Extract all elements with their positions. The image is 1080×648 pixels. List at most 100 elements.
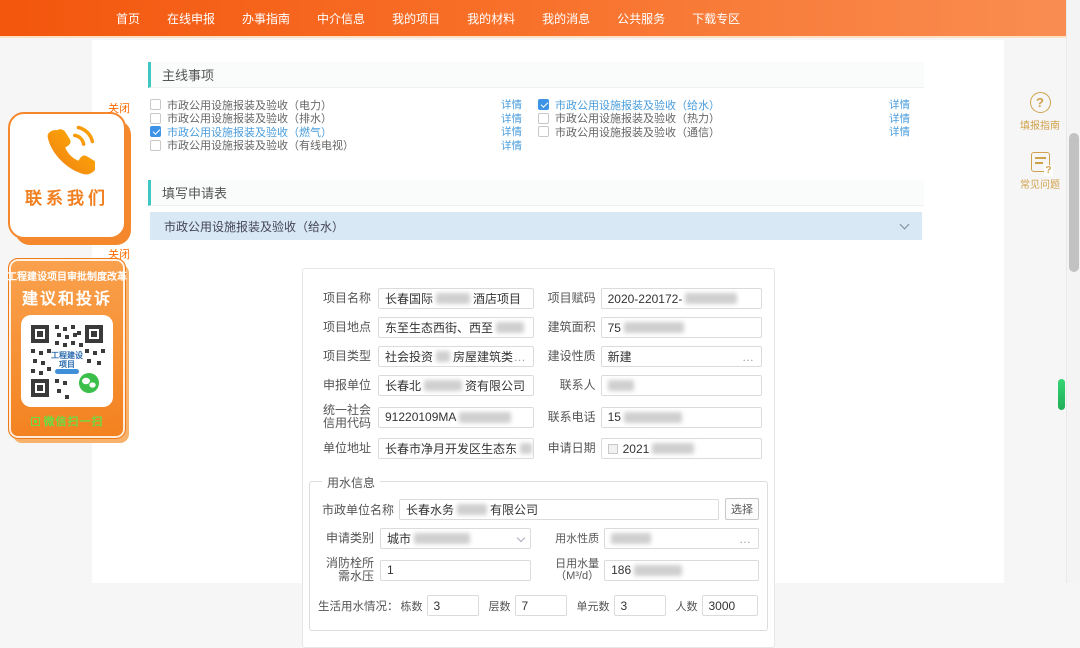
close-contact-widget-link[interactable]: 关闭: [108, 100, 130, 116]
redacted-text: [652, 443, 694, 454]
redacted-text: [608, 380, 634, 391]
detail-link-telecom[interactable]: 详情: [889, 124, 910, 139]
project-site-label: 项目地点: [319, 321, 371, 334]
field-text: 东至生态西街、西至: [385, 319, 493, 336]
field-text: 长春北: [385, 377, 421, 394]
field-text: 长春国际: [385, 290, 433, 307]
field-text: 酒店项目: [473, 290, 521, 307]
nav-item-my-messages[interactable]: 我的消息: [542, 10, 590, 27]
project-code-field[interactable]: 2020-220172-: [601, 288, 762, 309]
field-text: 1: [387, 563, 394, 577]
project-site-field[interactable]: 东至生态西街、西至: [378, 317, 534, 338]
nav-item-guide[interactable]: 办事指南: [242, 10, 290, 27]
field-text: 2020-220172-: [608, 292, 683, 306]
ellipsis-picker-icon[interactable]: …: [514, 350, 527, 364]
contact-phone-field[interactable]: 15: [601, 407, 762, 428]
living-water-label: 生活用水情况：: [318, 598, 399, 614]
mainline-section-title: 主线事项: [162, 65, 214, 84]
people-count-field[interactable]: 3000: [702, 595, 758, 616]
water-nature-field[interactable]: …: [604, 528, 759, 549]
nav-item-agency-info[interactable]: 中介信息: [317, 10, 365, 27]
contact-us-widget[interactable]: 联系我们: [8, 112, 126, 239]
mainline-item-cable-tv[interactable]: 市政公用设施报装及验收（有线电视） 详情: [150, 139, 526, 153]
redacted-text: [685, 293, 737, 304]
faq-widget[interactable]: ? 常见问题: [1014, 152, 1066, 191]
field-text: 房屋建筑类: [453, 348, 513, 365]
project-name-field[interactable]: 长春国际 酒店项目: [378, 288, 534, 309]
declare-unit-label: 申报单位: [319, 379, 371, 392]
unit-address-label: 单位地址: [319, 442, 371, 455]
checkbox-gas[interactable]: [150, 126, 161, 137]
mainline-item-label: 市政公用设施报装及验收（有线电视）: [167, 137, 501, 153]
redacted-text: [459, 412, 511, 423]
apply-type-select[interactable]: 城市: [380, 528, 531, 549]
mainline-right-column: 市政公用设施报装及验收（给水） 详情 市政公用设施报装及验收（热力） 详情 市政…: [538, 98, 914, 139]
phone-icon: [39, 124, 95, 180]
contact-person-label: 联系人: [534, 379, 596, 392]
hydrant-pressure-field[interactable]: 1: [380, 560, 531, 581]
checkbox-electric[interactable]: [150, 99, 161, 110]
building-count-label: 栋数: [401, 598, 423, 614]
floor-count-field[interactable]: 7: [515, 595, 567, 616]
daily-water-field[interactable]: 186: [604, 560, 759, 581]
field-text: 2021: [623, 442, 650, 456]
unit-address-field[interactable]: 长春市净月开发区生态东: [378, 438, 534, 459]
detail-link-cable-tv[interactable]: 详情: [501, 138, 522, 153]
complaint-qr-widget[interactable]: 工程建设项目审批制度改革 建议和投诉: [8, 258, 126, 439]
checkbox-cable-tv[interactable]: [150, 140, 161, 151]
checkbox-drainage[interactable]: [150, 113, 161, 124]
apply-type-label: 申请类别: [318, 532, 374, 545]
accordion-water-supply[interactable]: 市政公用设施报装及验收（给水）: [150, 212, 922, 240]
accordion-title: 市政公用设施报装及验收（给水）: [164, 218, 344, 235]
credit-code-field[interactable]: 91220109MA: [378, 407, 534, 428]
water-info-legend: 用水信息: [322, 474, 380, 491]
ellipsis-picker-icon[interactable]: …: [742, 350, 755, 364]
nav-item-my-projects[interactable]: 我的项目: [392, 10, 440, 27]
build-nature-label: 建设性质: [534, 350, 596, 363]
checkbox-heating[interactable]: [538, 113, 549, 124]
redacted-text: [436, 293, 470, 304]
contact-us-title: 联系我们: [25, 184, 109, 209]
build-nature-field[interactable]: 新建 …: [601, 346, 762, 367]
mainline-item-telecom[interactable]: 市政公用设施报装及验收（通信） 详情: [538, 125, 914, 139]
checkbox-water-supply[interactable]: [538, 99, 549, 110]
field-text: 7: [522, 599, 529, 613]
qr-center-text-line2: 项目: [59, 360, 75, 369]
redacted-text: [634, 565, 682, 576]
doc-line: [1035, 157, 1046, 159]
scrollbar[interactable]: [1066, 0, 1080, 583]
declare-unit-field[interactable]: 长春北 资有限公司: [378, 375, 534, 396]
nav-item-download-zone[interactable]: 下载专区: [692, 10, 740, 27]
field-text: 资有限公司: [465, 377, 525, 394]
field-text: 有限公司: [490, 501, 538, 518]
unit-count-field[interactable]: 3: [614, 595, 666, 616]
build-area-field[interactable]: 75: [601, 317, 762, 338]
project-name-label: 项目名称: [319, 292, 371, 305]
credit-code-label: 统一社会信用代码: [319, 404, 371, 430]
checkbox-telecom[interactable]: [538, 126, 549, 137]
field-text: 15: [608, 410, 621, 424]
qr-pattern-icon: 工程建设 项目: [27, 321, 107, 401]
close-complaint-widget-link[interactable]: 关闭: [108, 246, 130, 262]
select-unit-button[interactable]: 选择: [725, 498, 759, 520]
form-section-header: 填写申请表: [148, 180, 924, 206]
water-unit-name-field[interactable]: 长春水务 有限公司: [399, 499, 719, 520]
nav-item-public-service[interactable]: 公共服务: [617, 10, 665, 27]
nav-item-online-apply[interactable]: 在线申报: [167, 10, 215, 27]
nav-item-my-materials[interactable]: 我的材料: [467, 10, 515, 27]
contact-person-field[interactable]: [601, 375, 762, 396]
scrollbar-thumb[interactable]: [1069, 133, 1079, 272]
select-chevron-icon: [517, 533, 525, 541]
redacted-text: [611, 533, 651, 544]
ellipsis-picker-icon[interactable]: …: [739, 532, 752, 546]
unit-count-label: 单元数: [577, 598, 610, 614]
nav-item-home[interactable]: 首页: [116, 10, 140, 27]
field-text: 91220109MA: [385, 410, 456, 424]
daily-water-label: 日用水量 （M³/d）: [537, 558, 599, 582]
field-text: 186: [611, 563, 631, 577]
project-type-field[interactable]: 社会投资 房屋建筑类 …: [378, 346, 534, 367]
building-count-field[interactable]: 3: [427, 595, 479, 616]
filling-guide-widget[interactable]: ? 填报指南: [1014, 92, 1066, 132]
top-nav: 首页 在线申报 办事指南 中介信息 我的项目 我的材料 我的消息 公共服务 下载…: [0, 0, 1080, 38]
apply-date-field[interactable]: 2021: [601, 438, 762, 459]
